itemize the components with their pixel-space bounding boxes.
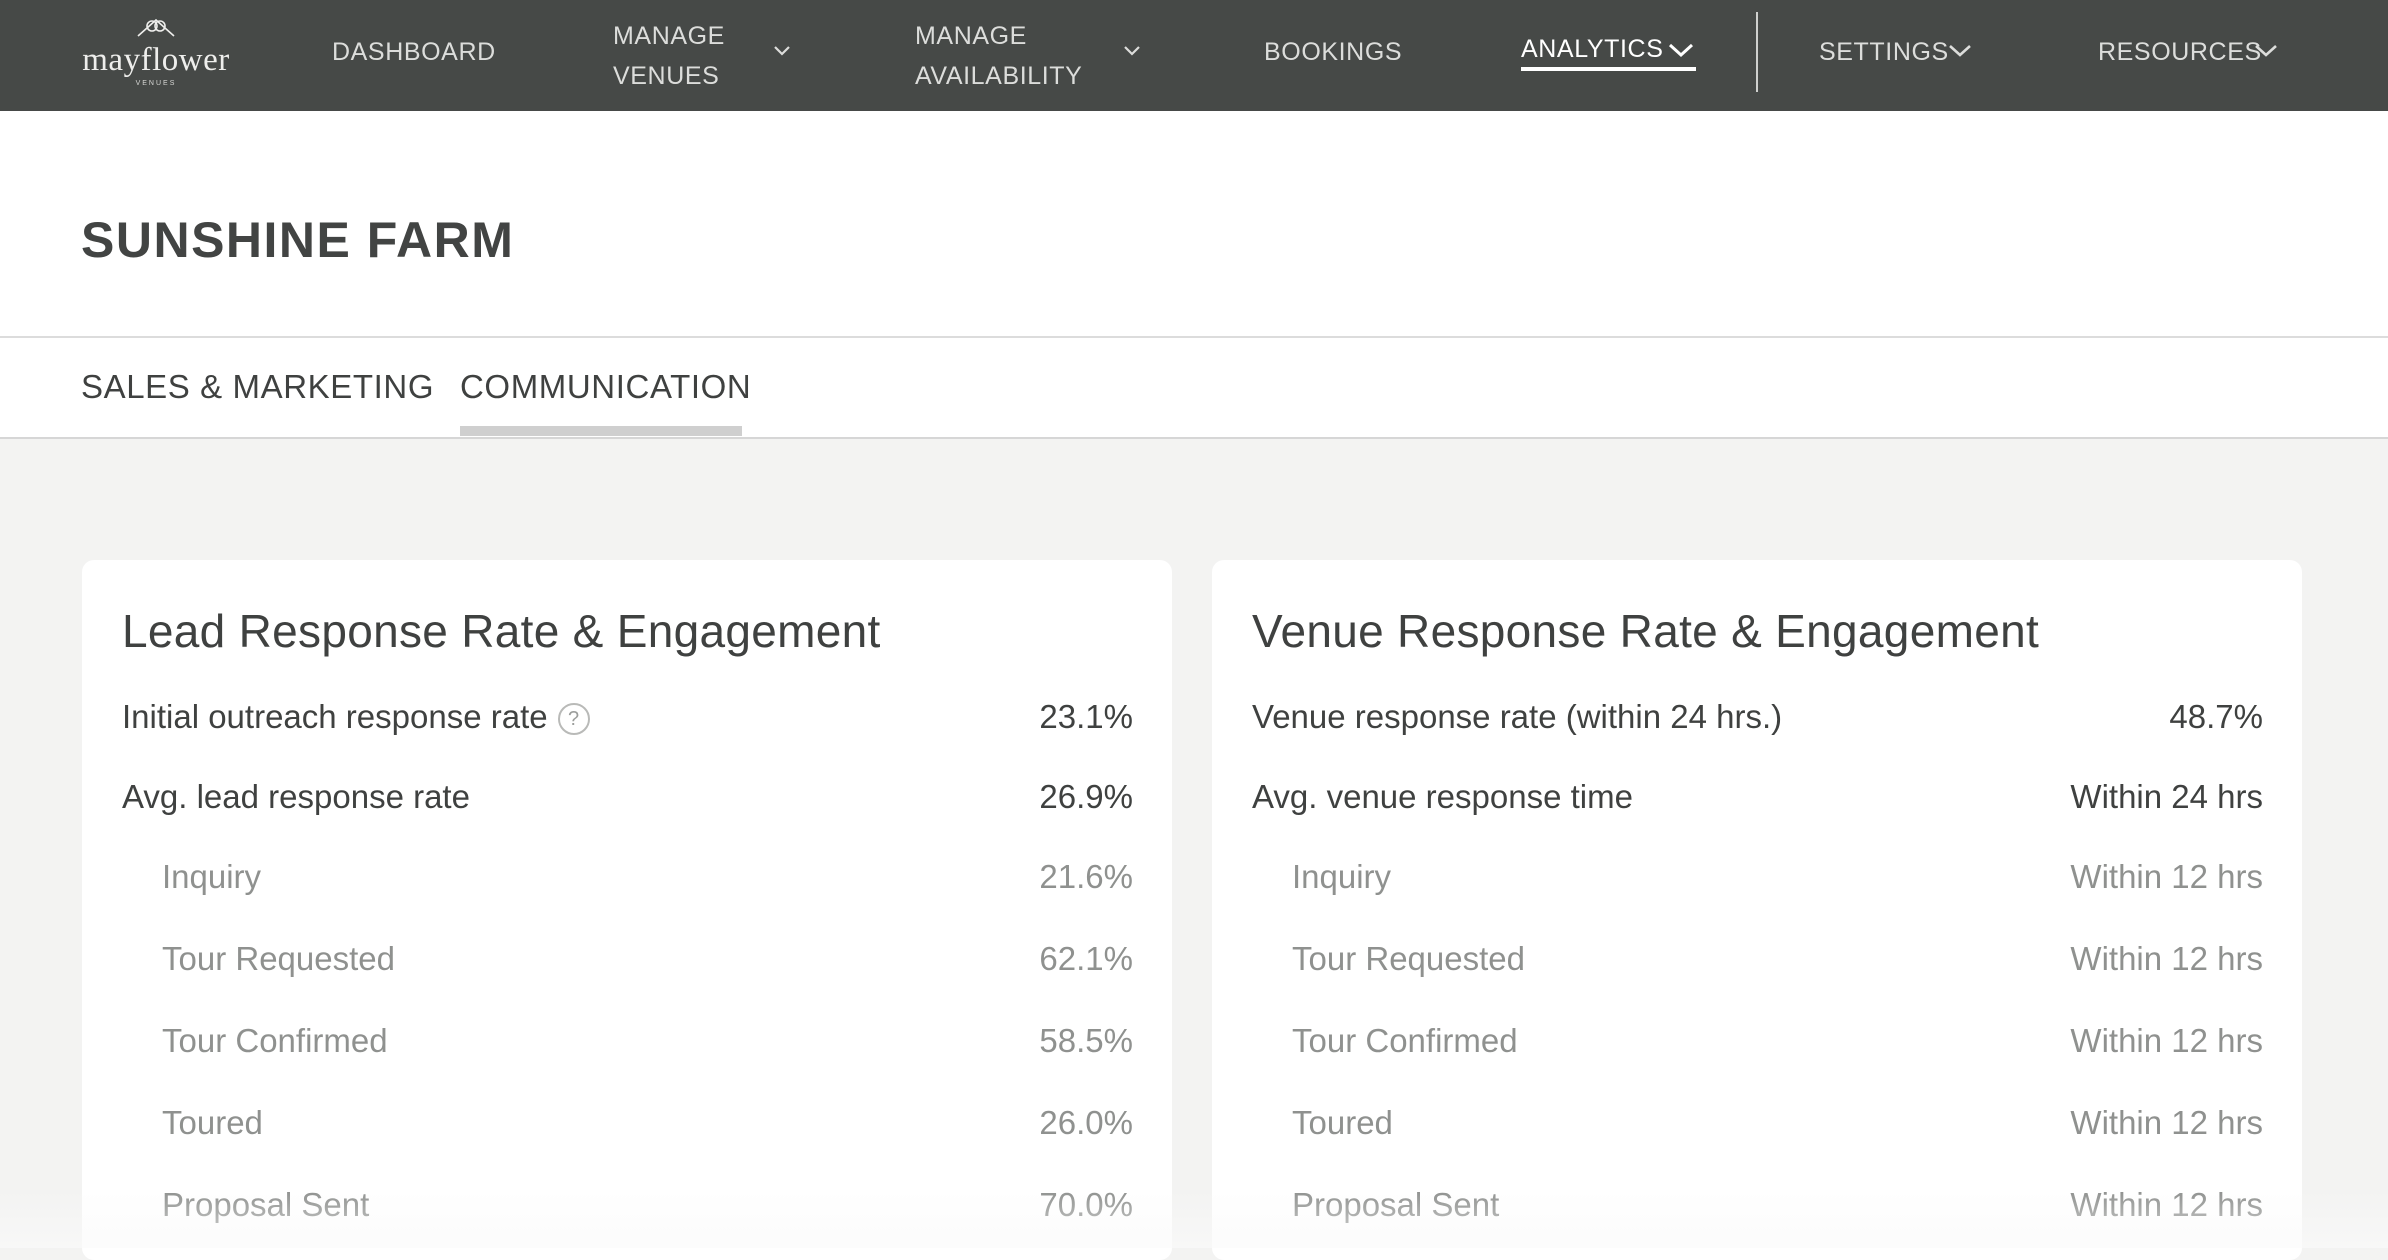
top-navigation-bar: mayflower VENUES DASHBOARD MANAGE VENUES… — [0, 0, 2388, 111]
stage-row-inquiry: Inquiry 21.6% — [122, 858, 1133, 908]
nav-resources[interactable]: RESOURCES — [2098, 38, 2262, 67]
avg-lead-response-row: Avg. lead response rate 26.9% — [122, 778, 1133, 828]
row-label: Venue response rate (within 24 hrs.) — [1252, 698, 1783, 735]
nav-analytics[interactable]: ANALYTICS — [1521, 35, 1663, 64]
nav-manage-availability[interactable]: MANAGE AVAILABILITY — [915, 16, 1082, 96]
nav-manage-availability-line2: AVAILABILITY — [915, 62, 1083, 90]
logo-subtitle: VENUES — [135, 80, 177, 87]
row-label: Inquiry — [162, 858, 262, 895]
card-title: Venue Response Rate & Engagement — [1252, 605, 2040, 657]
row-value: 26.9% — [1039, 778, 1133, 815]
initial-outreach-row: Initial outreach response rate? 23.1% — [122, 698, 1133, 748]
stage-row-toured: Toured Within 12 hrs — [1252, 1104, 2263, 1154]
row-value: Within 24 hrs — [2070, 778, 2263, 815]
nav-settings[interactable]: SETTINGS — [1819, 38, 1949, 67]
nav-bookings[interactable]: BOOKINGS — [1264, 38, 1402, 67]
row-label: Avg. lead response rate — [122, 778, 470, 815]
nav-divider — [1756, 12, 1758, 92]
venue-response-card: Venue Response Rate & Engagement Venue r… — [1212, 560, 2302, 1260]
stage-row-inquiry: Inquiry Within 12 hrs — [1252, 858, 2263, 908]
nav-analytics-active-indicator — [1521, 67, 1696, 71]
row-value: 58.5% — [1039, 1022, 1133, 1059]
row-label: Tour Requested — [162, 940, 395, 977]
row-label: Tour Requested — [1292, 940, 1525, 977]
initial-outreach-label: Initial outreach response rate — [122, 698, 548, 735]
row-label: Avg. venue response time — [1252, 778, 1633, 815]
chevron-down-icon[interactable] — [773, 45, 791, 57]
stage-row-toured: Toured 26.0% — [122, 1104, 1133, 1154]
row-label: Inquiry — [1292, 858, 1392, 895]
tab-active-indicator — [460, 426, 742, 436]
nav-manage-venues-line2: VENUES — [613, 62, 720, 90]
nav-dashboard[interactable]: DASHBOARD — [332, 38, 496, 67]
row-value: 23.1% — [1039, 698, 1133, 735]
venue-response-rate-row: Venue response rate (within 24 hrs.) 48.… — [1252, 698, 2263, 748]
row-label: Initial outreach response rate? — [122, 698, 590, 736]
avg-venue-response-row: Avg. venue response time Within 24 hrs — [1252, 778, 2263, 828]
chevron-down-icon[interactable] — [1123, 45, 1141, 57]
row-label: Tour Confirmed — [162, 1022, 388, 1059]
stage-row-tour-confirmed: Tour Confirmed 58.5% — [122, 1022, 1133, 1072]
row-value: Within 12 hrs — [2070, 858, 2263, 895]
row-label: Proposal Sent — [1292, 1186, 1500, 1223]
nav-manage-venues[interactable]: MANAGE VENUES — [613, 16, 725, 96]
tab-sales-marketing[interactable]: SALES & MARKETING — [81, 368, 434, 406]
row-label: Toured — [162, 1104, 263, 1141]
row-value: Within 12 hrs — [2070, 1104, 2263, 1141]
page-header: SUNSHINE FARM — [0, 111, 2388, 338]
tab-communication[interactable]: COMMUNICATION — [460, 368, 751, 406]
lead-response-card: Lead Response Rate & Engagement Initial … — [82, 560, 1172, 1260]
row-value: Within 12 hrs — [2070, 1022, 2263, 1059]
nav-manage-availability-line1: MANAGE — [915, 22, 1027, 50]
help-icon[interactable]: ? — [557, 703, 590, 735]
row-label: Toured — [1292, 1104, 1393, 1141]
chevron-down-icon[interactable] — [2254, 43, 2278, 58]
row-value: Within 12 hrs — [2070, 940, 2263, 977]
logo-rings-icon — [137, 18, 175, 37]
card-title: Lead Response Rate & Engagement — [122, 605, 881, 657]
row-value: 21.6% — [1039, 858, 1133, 895]
stage-row-proposal-sent: Proposal Sent Within 12 hrs — [1252, 1186, 2263, 1236]
row-value: Within 12 hrs — [2070, 1186, 2263, 1223]
row-label: Tour Confirmed — [1292, 1022, 1518, 1059]
chevron-down-icon[interactable] — [1668, 42, 1694, 58]
nav-manage-venues-line1: MANAGE — [613, 22, 725, 50]
stage-row-proposal-sent: Proposal Sent 70.0% — [122, 1186, 1133, 1236]
row-value: 48.7% — [2169, 698, 2263, 735]
mayflower-logo[interactable]: mayflower VENUES — [80, 14, 232, 90]
stage-row-tour-requested: Tour Requested 62.1% — [122, 940, 1133, 990]
stage-row-tour-requested: Tour Requested Within 12 hrs — [1252, 940, 2263, 990]
chevron-down-icon[interactable] — [1948, 43, 1972, 58]
tab-bar: SALES & MARKETING COMMUNICATION — [0, 338, 2388, 439]
row-value: 26.0% — [1039, 1104, 1133, 1141]
stage-row-tour-confirmed: Tour Confirmed Within 12 hrs — [1252, 1022, 2263, 1072]
row-value: 62.1% — [1039, 940, 1133, 977]
row-value: 70.0% — [1039, 1186, 1133, 1223]
row-label: Proposal Sent — [162, 1186, 370, 1223]
logo-wordmark: mayflower — [82, 42, 230, 78]
page-title: SUNSHINE FARM — [81, 212, 515, 268]
